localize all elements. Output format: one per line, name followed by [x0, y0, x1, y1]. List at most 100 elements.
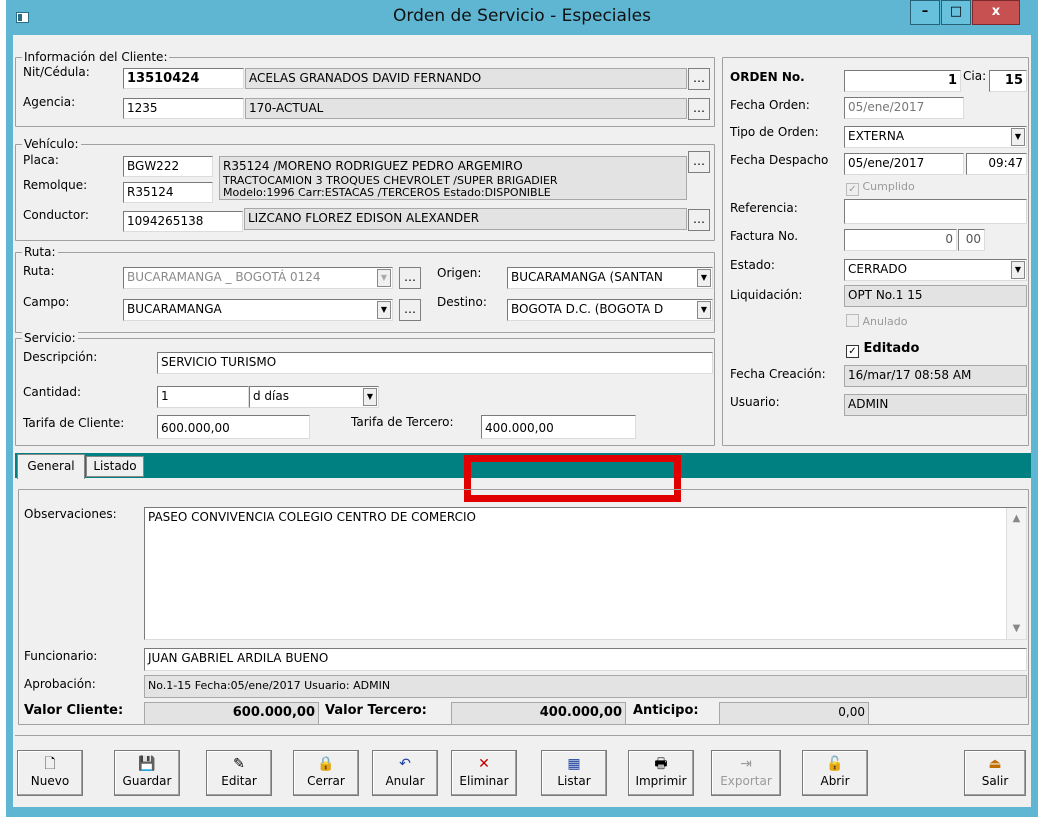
cantidad-label: Cantidad: [23, 385, 82, 399]
group-vehiculo-title: Vehículo: [22, 137, 81, 151]
remolque-field[interactable]: R35124 [123, 182, 213, 203]
minimize-button[interactable]: – [910, 0, 940, 25]
orden-no-field[interactable]: 1 [844, 70, 961, 92]
editado-label: Editado [863, 341, 920, 356]
conductor-label: Conductor: [23, 208, 89, 222]
conductor-search-button[interactable]: … [688, 209, 710, 231]
toolbar-divider [15, 735, 1031, 736]
tab-general[interactable]: General [17, 454, 85, 479]
liquidacion-label: Liquidación: [730, 288, 803, 302]
origen-chevron-down-icon: ▼ [697, 269, 711, 287]
editar-button[interactable]: ✎ Editar [206, 750, 272, 796]
edit-icon: ✎ [233, 756, 245, 772]
destino-label: Destino: [437, 295, 487, 309]
factura-suffix-field[interactable]: 00 [958, 229, 985, 251]
agencia-field[interactable]: 1235 [123, 98, 244, 119]
listar-label: Listar [557, 774, 591, 788]
remolque-desc-line2: Modelo:1996 Carr:ESTACAS /TERCEROS Estad… [223, 186, 551, 199]
origen-select[interactable]: BUCARAMANGA (SANTAN ▼ [507, 267, 713, 289]
cliente-search-button[interactable]: … [688, 68, 710, 90]
app-window: Orden de Servicio - Especiales – □ x Inf… [6, 0, 1038, 817]
delete-icon: ✕ [478, 756, 490, 772]
list-icon: ▦ [567, 756, 581, 772]
save-icon: 💾 [138, 756, 156, 772]
toolbar: 🗋 Nuevo 💾 Guardar ✎ Editar 🔒 Cerrar ↶ Anular … [13, 743, 1031, 807]
valor-tercero-label: Valor Tercero: [325, 703, 427, 718]
unidad-value: d días [253, 389, 289, 403]
cumplido-label: Cumplido [862, 180, 915, 193]
eliminar-button[interactable]: ✕ Eliminar [451, 750, 517, 796]
tipo-orden-select[interactable]: EXTERNA ▼ [844, 126, 1027, 148]
cumplido-checkbox[interactable]: ✓ Cumplido [846, 180, 915, 196]
cantidad-field[interactable]: 1 [157, 386, 249, 408]
cia-label: Cia: [963, 69, 987, 83]
unidad-select[interactable]: d días ▼ [249, 386, 379, 408]
form-area: Información del Cliente: Nit/Cédula: 135… [13, 35, 1031, 807]
listar-button[interactable]: ▦ Listar [541, 750, 607, 796]
conductor-desc: LIZCANO FLOREZ EDISON ALEXANDER [244, 208, 687, 230]
cia-field[interactable]: 15 [989, 70, 1027, 92]
placa-field[interactable]: BGW222 [123, 156, 213, 177]
aprobacion-label: Aprobación: [24, 677, 96, 691]
guardar-button[interactable]: 💾 Guardar [114, 750, 180, 796]
campo-label: Campo: [23, 295, 70, 309]
origen-label: Origen: [437, 266, 482, 280]
maximize-button[interactable]: □ [941, 0, 971, 25]
fecha-orden-field[interactable]: 05/ene/2017 [844, 97, 964, 119]
fecha-despacho-field[interactable]: 05/ene/2017 [844, 153, 964, 175]
nuevo-button[interactable]: 🗋 Nuevo [17, 750, 83, 796]
campo-value: BUCARAMANGA [127, 302, 222, 316]
destino-select[interactable]: BOGOTA D.C. (BOGOTA D ▼ [507, 299, 713, 321]
close-button[interactable]: x [972, 0, 1020, 25]
tarifa-tercero-field[interactable]: 400.000,00 [481, 415, 636, 439]
valor-cliente-label: Valor Cliente: [24, 703, 124, 718]
abrir-label: Abrir [820, 774, 850, 788]
anular-button[interactable]: ↶ Anular [372, 750, 438, 796]
factura-label: Factura No. [730, 229, 799, 243]
nit-field[interactable]: 13510424 [123, 68, 244, 89]
abrir-button[interactable]: 🔓 Abrir [802, 750, 868, 796]
ruta-search-button[interactable]: … [399, 267, 421, 289]
agencia-desc: 170-ACTUAL [245, 98, 687, 119]
agencia-search-button[interactable]: … [688, 98, 710, 120]
conductor-field[interactable]: 1094265138 [123, 211, 243, 232]
campo-select[interactable]: BUCARAMANGA ▼ [123, 299, 393, 321]
funcionario-field[interactable]: JUAN GABRIEL ARDILA BUENO [144, 648, 1027, 671]
editado-checkbox[interactable]: ✓ Editado [846, 341, 919, 358]
estado-select[interactable]: CERRADO ▼ [844, 259, 1027, 281]
ruta-label: Ruta: [23, 264, 55, 278]
observaciones-text: PASEO CONVIVENCIA COLEGIO CENTRO DE COME… [148, 510, 476, 524]
destino-value: BOGOTA D.C. (BOGOTA D [511, 302, 664, 316]
tarifa-cliente-field[interactable]: 600.000,00 [157, 415, 310, 439]
placa-search-button[interactable]: … [688, 151, 710, 173]
eliminar-label: Eliminar [459, 774, 509, 788]
descripcion-label: Descripción: [23, 350, 98, 364]
scroll-down-icon[interactable]: ▼ [1007, 621, 1026, 636]
factura-field[interactable]: 0 [844, 229, 957, 251]
referencia-field[interactable] [844, 199, 1027, 224]
imprimir-button[interactable]: 🖶 Imprimir [628, 750, 694, 796]
editar-label: Editar [221, 774, 257, 788]
liquidacion-field: OPT No.1 15 [844, 285, 1027, 307]
campo-chevron-down-icon: ▼ [377, 301, 391, 319]
unlock-icon: 🔓 [826, 756, 844, 772]
exportar-button[interactable]: ⇥ Exportar [711, 750, 781, 796]
title-bar: Orden de Servicio - Especiales – □ x [6, 0, 1038, 35]
tipo-orden-value: EXTERNA [848, 129, 905, 143]
cerrar-button[interactable]: 🔒 Cerrar [293, 750, 359, 796]
exportar-label: Exportar [720, 774, 772, 788]
observaciones-textarea[interactable]: PASEO CONVIVENCIA COLEGIO CENTRO DE COME… [144, 507, 1027, 640]
descripcion-field[interactable]: SERVICIO TURISMO [157, 352, 713, 374]
funcionario-label: Funcionario: [24, 649, 98, 663]
observaciones-scrollbar[interactable]: ▲ ▼ [1006, 508, 1026, 639]
ruta-select[interactable]: BUCARAMANGA _ BOGOTÁ 0124 ▼ [123, 267, 393, 289]
campo-search-button[interactable]: … [399, 299, 421, 321]
placa-label: Placa: [23, 153, 59, 167]
anulado-checkbox[interactable]: Anulado [846, 314, 907, 328]
ruta-value: BUCARAMANGA _ BOGOTÁ 0124 [127, 270, 321, 284]
tab-listado[interactable]: Listado [86, 456, 144, 477]
salir-button[interactable]: ⏏ Salir [964, 750, 1026, 796]
scroll-up-icon[interactable]: ▲ [1007, 511, 1026, 526]
unidad-chevron-down-icon: ▼ [363, 388, 377, 406]
hora-despacho-field[interactable]: 09:47 [966, 153, 1027, 175]
